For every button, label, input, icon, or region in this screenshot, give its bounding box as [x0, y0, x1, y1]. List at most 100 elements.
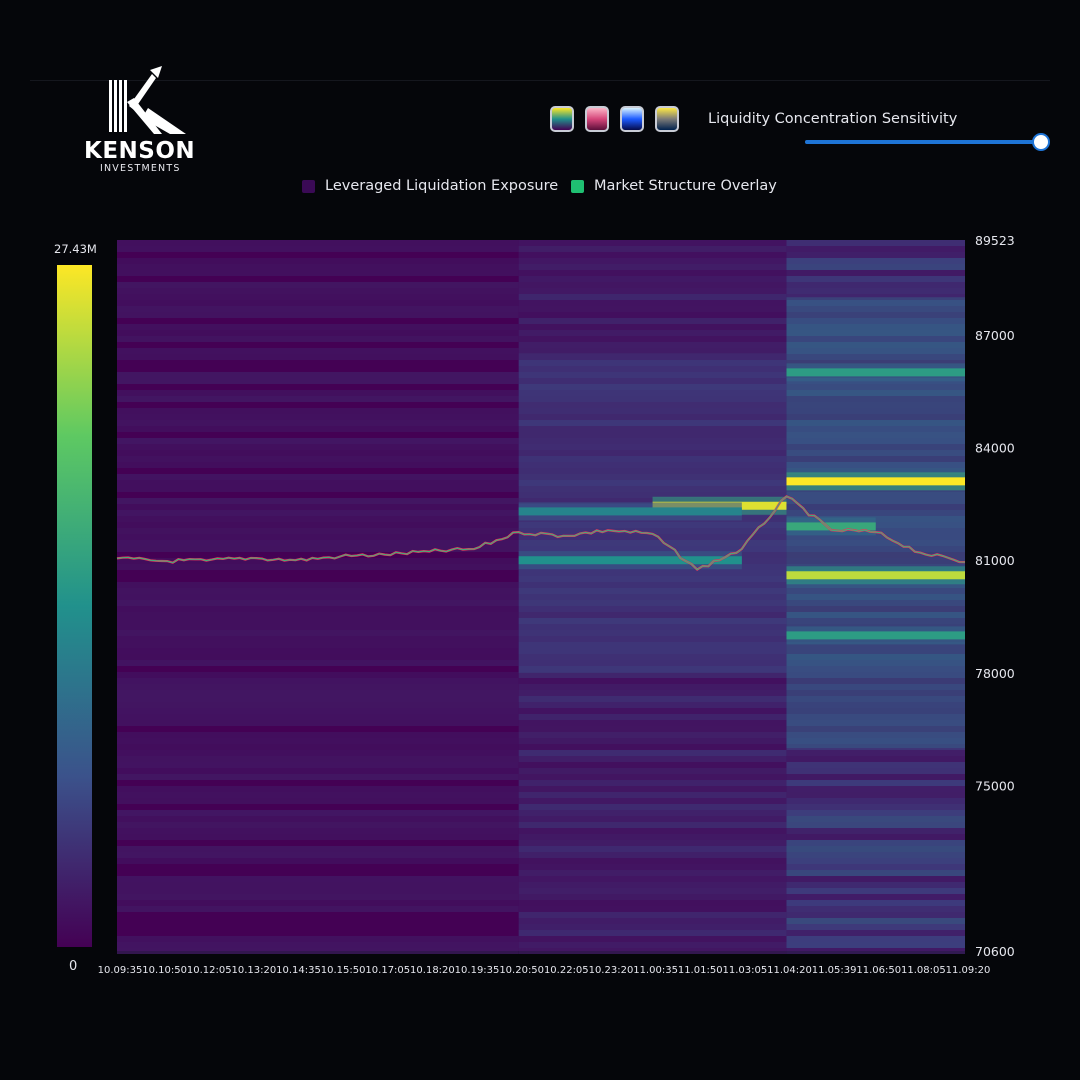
heatmap-cell: [117, 588, 519, 594]
heatmap-cell: [117, 858, 519, 864]
heatmap-cell: [117, 936, 519, 942]
heatmap-cell: [518, 282, 787, 288]
heatmap-cell: [117, 708, 519, 714]
heatmap-cell: [786, 270, 965, 276]
y-tick-label: 78000: [975, 666, 1015, 681]
heatmap-cell: [786, 780, 965, 786]
x-tick-label: 11.09:20: [946, 965, 991, 976]
heatmap-cell: [518, 780, 787, 786]
heatmap-cell: [117, 438, 519, 444]
heatmap-cell: [117, 408, 519, 414]
heatmap-cell: [518, 300, 787, 306]
x-tick-label: 10.19:35: [455, 965, 500, 976]
heatmap-cell: [786, 246, 965, 252]
heatmap-cell: [117, 786, 519, 792]
x-tick-label: 10.09:35: [98, 965, 143, 976]
heatmap-cell: [786, 822, 965, 828]
heatmap-cell: [117, 690, 519, 696]
x-tick-label: 10.12:05: [187, 965, 232, 976]
heatmap-cell: [786, 804, 965, 810]
heatmap-cell: [117, 684, 519, 690]
heatmap-cell: [117, 312, 519, 318]
heatmap-cell: [786, 840, 965, 846]
heatmap-cell: [786, 846, 965, 852]
heatmap-cell: [518, 798, 787, 804]
heatmap-cell: [518, 924, 787, 930]
heatmap-cell: [117, 240, 519, 246]
heatmap-cell: [518, 276, 787, 282]
heatmap-cell: [786, 810, 965, 816]
heatmap-cell: [518, 918, 787, 924]
heatmap-cell: [117, 294, 519, 300]
heatmap-cell: [518, 306, 787, 312]
heatmap-cell: [518, 864, 787, 870]
heatmap-cell: [518, 678, 787, 684]
heatmap-cell: [518, 822, 787, 828]
heatmap-cell: [117, 816, 519, 822]
heatmap-cell: [117, 738, 519, 744]
heatmap-cell: [518, 756, 787, 762]
heatmap-cell: [518, 732, 787, 738]
heatmap-cell: [518, 810, 787, 816]
heatmap-cell: [117, 522, 519, 528]
x-tick-label: 11.06:50: [856, 965, 901, 976]
heatmap-cell: [786, 852, 965, 858]
heatmap-cell: [786, 942, 965, 948]
heatmap-cell: [518, 768, 787, 774]
heatmap-cell: [117, 654, 519, 660]
heatmap-cell: [117, 618, 519, 624]
heatmap-band: [786, 631, 965, 640]
heatmap-cell: [117, 792, 519, 798]
x-tick-label: 10.20:50: [499, 965, 544, 976]
heatmap-cell: [117, 882, 519, 888]
heatmap-cell: [518, 270, 787, 276]
heatmap-cell: [786, 858, 965, 864]
heatmap-cell: [518, 744, 787, 750]
heatmap-cell: [786, 798, 965, 804]
liquidation-heatmap-chart: 89523 87000 84000 81000 78000 75000 70600 10.09…: [98, 233, 1015, 976]
y-tick-label: 87000: [975, 328, 1015, 343]
heatmap-cell: [117, 510, 519, 516]
heatmap-cell: [518, 258, 787, 264]
heatmap-cell: [786, 762, 965, 768]
heatmap-cell: [117, 744, 519, 750]
heatmap-cell: [786, 906, 965, 912]
heatmap-cell: [786, 768, 965, 774]
heatmap-cell: [117, 324, 519, 330]
heatmap-cell: [117, 564, 519, 570]
heatmap-cell: [518, 828, 787, 834]
heatmap-cell: [518, 930, 787, 936]
heatmap-cell: [518, 240, 787, 246]
heatmap-cell: [117, 426, 519, 432]
heatmap-cell: [786, 264, 965, 270]
heatmap-cell: [117, 732, 519, 738]
heatmap-cell: [786, 924, 965, 930]
heatmap-cell: [117, 750, 519, 756]
heatmap-cell: [117, 264, 519, 270]
heatmap-cell: [117, 354, 519, 360]
heatmap-cell: [786, 240, 965, 246]
heatmap-cell: [518, 912, 787, 918]
heatmap-cell: [117, 900, 519, 906]
heatmap-cell: [117, 624, 519, 630]
heatmap-cell: [117, 942, 519, 948]
heatmap-cell: [117, 774, 519, 780]
heatmap-cell: [117, 672, 519, 678]
heatmap-cell: [518, 888, 787, 894]
heatmap-cell: [518, 942, 787, 948]
heatmap-cell: [518, 690, 787, 696]
x-tick-label: 10.14:35: [276, 965, 321, 976]
heatmap-cell: [518, 852, 787, 858]
x-tick-label: 11.00:35: [633, 965, 678, 976]
heatmap-cell: [518, 894, 787, 900]
heatmap-cell: [518, 816, 787, 822]
heatmap-cell: [518, 336, 787, 342]
heatmap-cell: [117, 810, 519, 816]
x-tick-label: 11.04:20: [767, 965, 812, 976]
heatmap-cell: [117, 420, 519, 426]
heatmap-cell: [117, 498, 519, 504]
heatmap-cell: [117, 894, 519, 900]
heatmap-cell: [518, 762, 787, 768]
heatmap-cell: [117, 888, 519, 894]
heatmap-band: [786, 368, 965, 377]
